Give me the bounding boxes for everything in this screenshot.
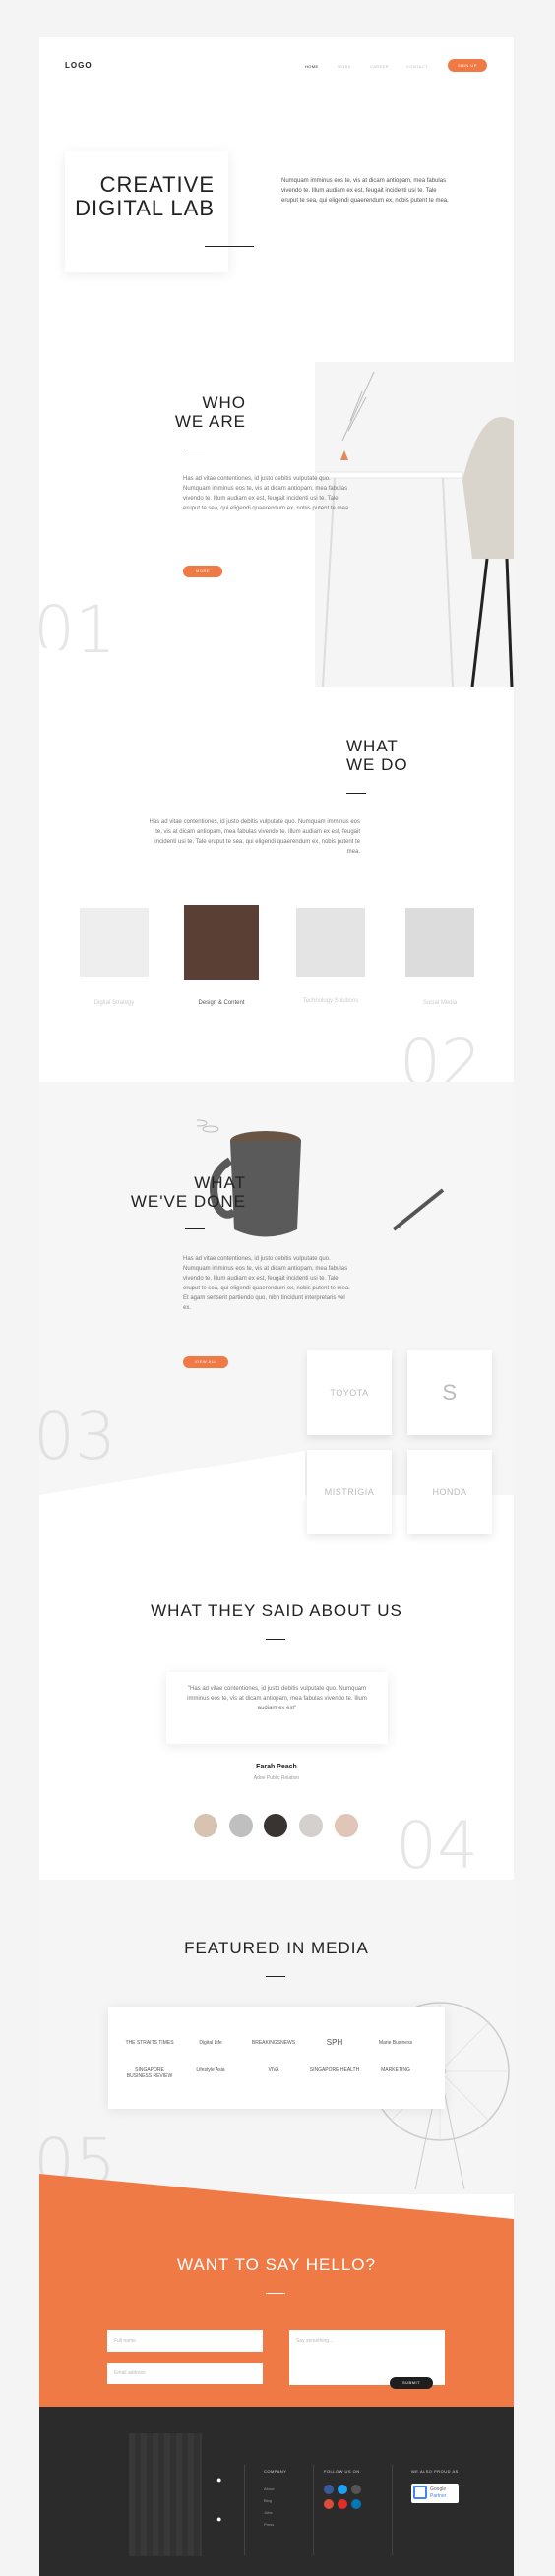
twitter-icon[interactable]	[338, 2485, 347, 2494]
nav-home[interactable]: HOME	[305, 64, 319, 69]
divider-shape-1	[39, 647, 514, 716]
media-logo-8: VIVA	[268, 2067, 279, 2073]
badge-line2: Partner	[430, 2493, 447, 2499]
testimonial-role: Adoe Public Relation	[253, 1775, 300, 1781]
nav-career[interactable]: CAREER	[370, 64, 389, 69]
page: LOGO HOME WORK CAREER CONTACT SIGN UP CR…	[39, 37, 514, 2576]
testimonial-author: Farah Peach	[256, 1764, 297, 1770]
media-logo-5: Marie Business	[378, 2040, 413, 2046]
footer-divider	[392, 2465, 393, 2555]
signup-button[interactable]: SIGN UP	[448, 59, 487, 72]
done-title-line1: WHAT	[194, 1173, 246, 1192]
who-title-line2: WE ARE	[174, 412, 246, 431]
follow-heading: FOLLOW US ON	[324, 2469, 360, 2474]
media-logo-4: SPH	[326, 2038, 343, 2047]
who-text: Has ad vitae contentiones, id justo debi…	[183, 476, 350, 511]
service-digital-strategy[interactable]	[80, 908, 149, 977]
google-partner-badge[interactable]: Google Partner	[411, 2484, 459, 2503]
done-text: Has ad vitae contentiones, id justo debi…	[183, 1256, 350, 1311]
client-logo-mistrigia[interactable]: MISTRIGIA	[307, 1450, 392, 1534]
location-pin-icon: ●	[216, 2475, 222, 2485]
hero-title-line2: DIGITAL LAB	[75, 196, 215, 220]
who-more-button[interactable]: MORE	[183, 566, 222, 577]
client-label: HONDA	[432, 1487, 467, 1497]
who-title-line1: WHO	[202, 393, 246, 412]
full-name-input[interactable]: Full name	[107, 2330, 263, 2352]
media-rule	[266, 1976, 285, 1977]
service-label-2: Design & Content	[198, 1000, 245, 1006]
avatar-3[interactable]	[264, 1814, 287, 1837]
media-logo-1: THE STRAITS TIMES	[125, 2040, 174, 2046]
whatwedo-rule	[346, 793, 366, 794]
badge-line1: Google	[430, 2486, 447, 2492]
service-label-4: Social Media	[422, 1000, 458, 1006]
media-logo-6: SINGAPORE BUSINESS REVIEW	[126, 2067, 173, 2079]
client-logo-honda[interactable]: HONDA	[407, 1450, 492, 1534]
view-all-button[interactable]: VIEW ALL	[183, 1356, 228, 1368]
footer-link-press[interactable]: Press	[264, 2522, 274, 2527]
quote-text: "Has ad vitae contentiones, id justo deb…	[187, 1686, 367, 1711]
whatwedo-title-line1: WHAT	[346, 737, 399, 755]
testimonials-rule	[266, 1639, 285, 1640]
client-label: TOYOTA	[330, 1388, 369, 1398]
footer-link-blog[interactable]: Blog	[264, 2498, 272, 2503]
youtube-icon[interactable]	[338, 2499, 347, 2509]
media-logo-7: Lifestyle Asia	[196, 2067, 225, 2073]
media-logo-3: BREAKINGSNEWS	[251, 2040, 296, 2046]
location-pin-icon: ●	[216, 2514, 222, 2524]
nav-work[interactable]: WORK	[338, 64, 351, 69]
facebook-icon[interactable]	[324, 2485, 334, 2494]
company-heading: COMPANY	[264, 2469, 287, 2474]
done-rule	[185, 1228, 205, 1229]
client-label: MISTRIGIA	[324, 1487, 375, 1497]
submit-button[interactable]: SUBMIT	[390, 2377, 433, 2389]
media-logo-10: MARKETING	[381, 2067, 410, 2073]
avatar-2[interactable]	[229, 1814, 253, 1837]
testimonials-title: WHAT THEY SAID ABOUT US	[151, 1601, 402, 1620]
footer-divider	[313, 2465, 314, 2555]
media-title: FEATURED IN MEDIA	[184, 1939, 369, 1957]
footer-map-image	[129, 2433, 202, 2556]
done-title-line2: WE'VE DONE	[130, 1192, 246, 1211]
who-illustration	[315, 362, 514, 687]
email-input[interactable]: Email address	[107, 2363, 263, 2384]
media-logo-2: Digital Life	[199, 2040, 222, 2046]
footer-divider	[244, 2465, 245, 2555]
instagram-icon[interactable]	[351, 2485, 361, 2494]
contact-title: WANT TO SAY HELLO?	[177, 2255, 376, 2274]
footer-link-jobs[interactable]: Jobs	[264, 2510, 272, 2515]
client-logo-s[interactable]: S	[407, 1350, 492, 1435]
client-logo-toyota[interactable]: TOYOTA	[307, 1350, 392, 1435]
divider-shape-2	[39, 1451, 305, 1500]
section-number-04: 04	[396, 1808, 478, 1884]
logo[interactable]: LOGO	[65, 61, 92, 70]
media-logo-9: SINGAPORE HEALTH	[309, 2067, 360, 2073]
hero-rule	[205, 246, 254, 247]
hero-title-line1: CREATIVE	[99, 172, 215, 197]
avatar-4[interactable]	[299, 1814, 323, 1837]
client-label: S	[442, 1380, 458, 1405]
whatwedo-title-line2: WE DO	[346, 755, 408, 774]
avatar-1[interactable]	[194, 1814, 217, 1837]
linkedin-icon[interactable]	[351, 2499, 361, 2509]
contact-rule	[266, 2293, 285, 2294]
hero-text: Numquam imminus eos te, vis at dicam ant…	[281, 178, 449, 204]
media-logos-card	[108, 2007, 445, 2109]
avatar-5[interactable]	[335, 1814, 358, 1837]
service-design-content[interactable]	[184, 905, 259, 980]
service-technology[interactable]	[296, 908, 365, 977]
service-label-3: Technology Solutions	[302, 998, 359, 1004]
google-icon	[413, 2486, 427, 2499]
nav-contact[interactable]: CONTACT	[406, 64, 428, 69]
footer-link-about[interactable]: About	[264, 2486, 274, 2491]
service-label-1: Digital Strategy	[93, 1000, 135, 1006]
googleplus-icon[interactable]	[324, 2499, 334, 2509]
whatwedo-text: Has ad vitae contentiones, id justo debi…	[149, 819, 360, 855]
proud-heading: WE ALSO PROUD AS	[411, 2469, 459, 2474]
service-social-media[interactable]	[405, 908, 474, 977]
